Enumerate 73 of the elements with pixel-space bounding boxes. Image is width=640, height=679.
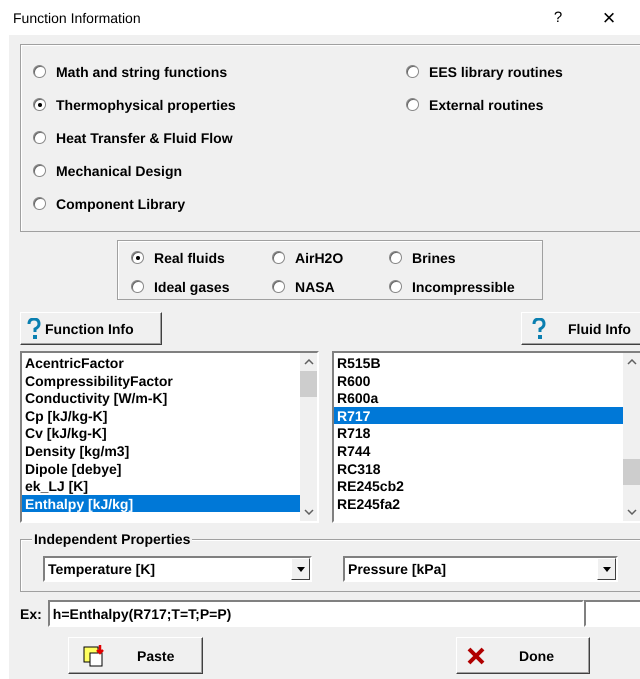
list-item[interactable]: R718 — [334, 424, 623, 442]
caret-icon — [296, 566, 304, 572]
radio-button[interactable] — [406, 65, 419, 78]
radio-label[interactable]: Real fluids — [154, 250, 225, 266]
list-item[interactable]: R744 — [334, 442, 623, 460]
list-item[interactable]: RE245fa2 — [334, 494, 623, 512]
close-x-icon — [467, 646, 485, 664]
scroll-thumb[interactable] — [300, 371, 317, 397]
radio-label[interactable]: Component Library — [56, 196, 186, 212]
radio-button[interactable] — [33, 164, 46, 177]
list-item[interactable]: R717 — [334, 406, 623, 424]
close-button[interactable]: × — [578, 4, 640, 30]
radio-label[interactable]: Math and string functions — [56, 64, 228, 80]
dropdown-button[interactable] — [291, 558, 310, 580]
list-item[interactable]: RC318 — [334, 460, 623, 478]
scroll-up-icon[interactable] — [304, 359, 314, 365]
list-item[interactable]: Cv [kJ/kg-K] — [22, 424, 300, 442]
question-mark-icon — [27, 318, 41, 340]
scrollbar[interactable] — [300, 353, 317, 521]
input-field[interactable]: h=Enthalpy(R717;T=T;P=P) — [48, 600, 584, 627]
radio-button[interactable] — [272, 280, 285, 293]
radio-button[interactable] — [406, 98, 419, 111]
list-item[interactable]: RE245cb2 — [334, 477, 623, 495]
list-item[interactable]: ek_LJ [K] — [22, 477, 300, 495]
question-mark-icon — [532, 318, 546, 340]
radio-label[interactable]: Ideal gases — [154, 278, 230, 294]
list-item[interactable]: Conductivity [W/m-K] — [22, 389, 300, 407]
window-title: Function Information — [13, 10, 142, 26]
scroll-down-icon[interactable] — [626, 509, 636, 515]
radio-label[interactable]: EES library routines — [429, 64, 563, 80]
radio-button[interactable] — [33, 197, 46, 210]
radio-label[interactable]: Thermophysical properties — [56, 96, 236, 112]
list-item[interactable]: R600 — [334, 372, 623, 390]
example-label: Ex: — [20, 606, 42, 622]
radio-button[interactable] — [33, 131, 46, 144]
help-button[interactable]: ? — [538, 9, 578, 26]
list-item[interactable]: Dipole [debye] — [22, 460, 300, 478]
radio-button[interactable] — [131, 251, 144, 264]
radio-button[interactable] — [131, 280, 144, 293]
caret-icon — [602, 566, 610, 572]
radio-label[interactable]: Brines — [412, 250, 456, 266]
paste-button[interactable]: Paste — [68, 637, 203, 674]
list-item[interactable]: Cp [kJ/kg-K] — [22, 406, 300, 424]
list-item[interactable]: R600a — [334, 389, 623, 407]
dropdown[interactable]: Pressure [kPa] — [343, 556, 618, 582]
radio-button[interactable] — [33, 65, 46, 78]
clipboard-icon — [83, 644, 107, 668]
list-item[interactable]: Enthalpy [kJ/kg] — [22, 494, 300, 512]
radio-label[interactable]: NASA — [295, 278, 335, 294]
radio-label[interactable]: External routines — [429, 96, 544, 112]
list-item[interactable]: Density [kg/m3] — [22, 442, 300, 460]
radio-label[interactable]: AirH2O — [295, 250, 344, 266]
scroll-thumb[interactable] — [623, 459, 640, 485]
list-item[interactable]: R515B — [334, 354, 623, 372]
dropdown[interactable]: Temperature [K] — [43, 556, 312, 582]
fluid-info-button[interactable]: Fluid Info — [521, 312, 640, 345]
radio-button[interactable] — [272, 251, 285, 264]
input-field[interactable] — [584, 600, 640, 627]
radio-button[interactable] — [389, 280, 402, 293]
function-info-button[interactable]: Function Info — [20, 312, 162, 345]
radio-button[interactable] — [389, 251, 402, 264]
radio-label[interactable]: Mechanical Design — [56, 162, 182, 178]
scrollbar[interactable] — [623, 353, 640, 521]
done-button[interactable]: Done — [456, 637, 590, 674]
radio-button[interactable] — [33, 98, 46, 111]
dropdown-button[interactable] — [597, 558, 616, 580]
radio-label[interactable]: Incompressible — [412, 278, 515, 294]
list-item[interactable]: AcentricFactor — [22, 354, 300, 372]
scroll-up-icon[interactable] — [626, 359, 636, 365]
radio-label[interactable]: Heat Transfer & Fluid Flow — [56, 130, 233, 146]
scroll-down-icon[interactable] — [304, 509, 314, 515]
list-item[interactable]: CompressibilityFactor — [22, 372, 300, 390]
group-title: Independent Properties — [32, 531, 192, 547]
